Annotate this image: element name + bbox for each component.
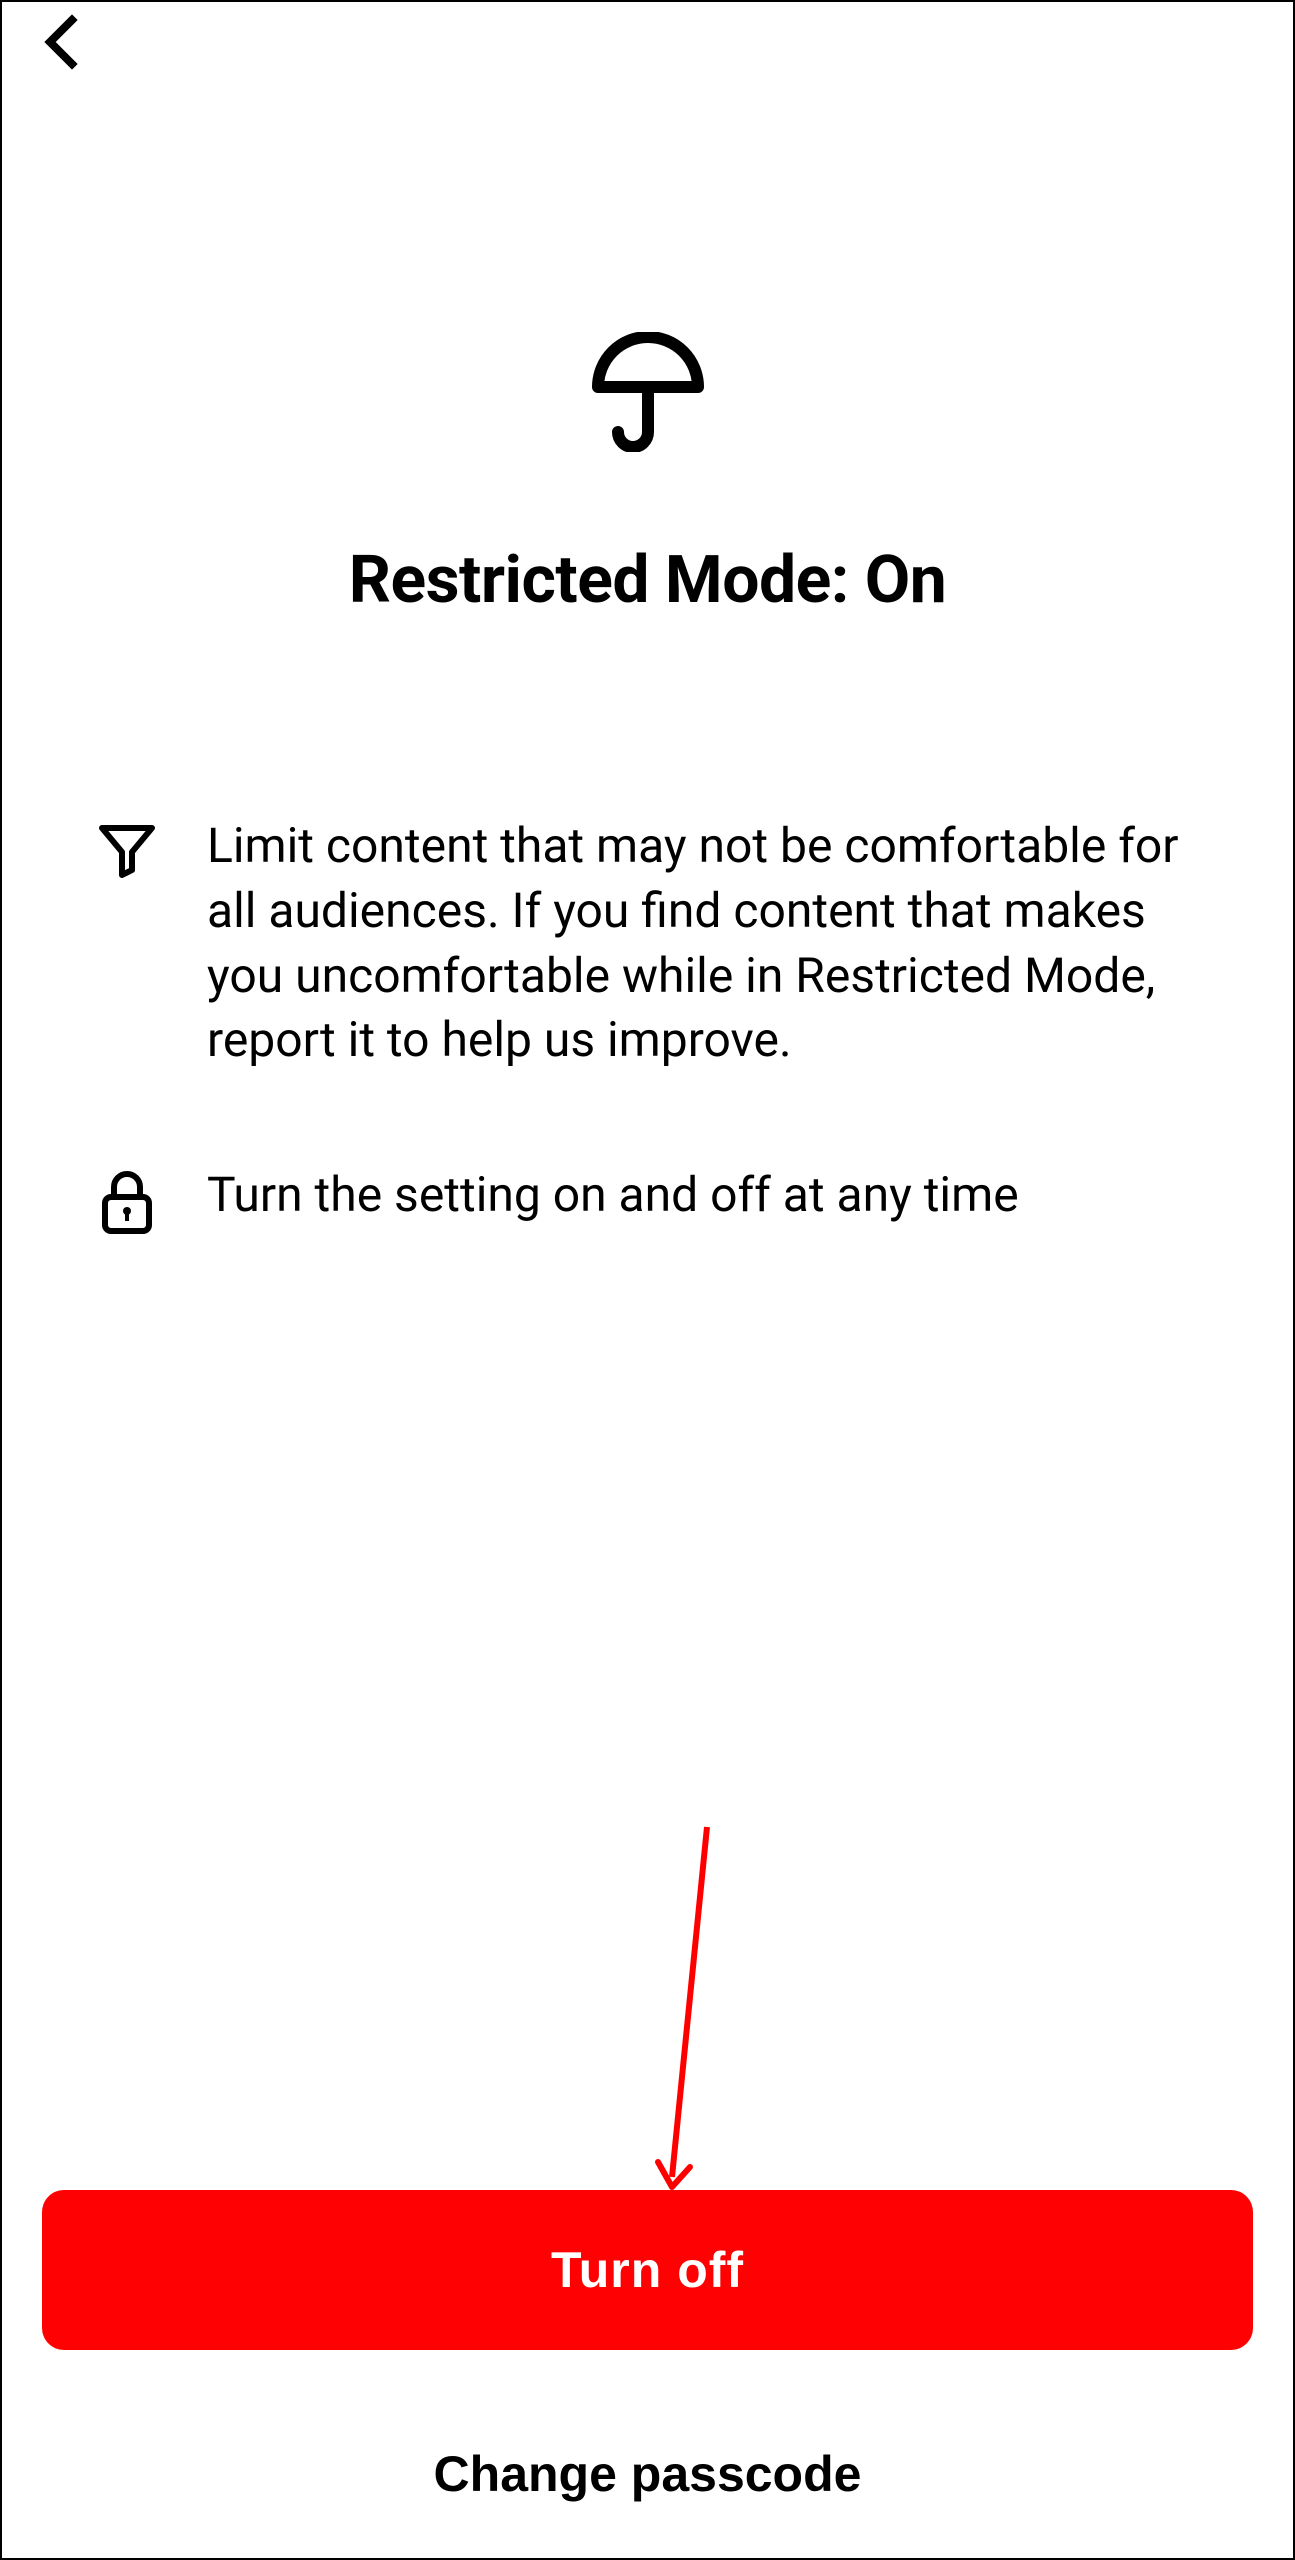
- chevron-left-icon: [42, 12, 82, 72]
- filter-description: Limit content that may not be comfortabl…: [207, 814, 1198, 1073]
- info-row-filter: Limit content that may not be comfortabl…: [97, 814, 1198, 1073]
- umbrella-icon: [588, 332, 708, 452]
- info-row-lock: Turn the setting on and off at any time: [97, 1163, 1198, 1235]
- change-passcode-button[interactable]: Change passcode: [42, 2445, 1253, 2503]
- main-icon-container: [2, 332, 1293, 452]
- turn-off-button[interactable]: Turn off: [42, 2190, 1253, 2350]
- lock-description: Turn the setting on and off at any time: [207, 1163, 1019, 1228]
- info-section: Limit content that may not be comfortabl…: [2, 814, 1293, 1235]
- back-button[interactable]: [32, 12, 92, 72]
- page-title: Restricted Mode: On: [2, 542, 1293, 619]
- bottom-section: Turn off Change passcode: [2, 2190, 1293, 2528]
- annotation-arrow-icon: [652, 1822, 732, 2202]
- filter-icon: [97, 814, 157, 880]
- header: [2, 2, 1293, 82]
- lock-icon: [97, 1163, 157, 1235]
